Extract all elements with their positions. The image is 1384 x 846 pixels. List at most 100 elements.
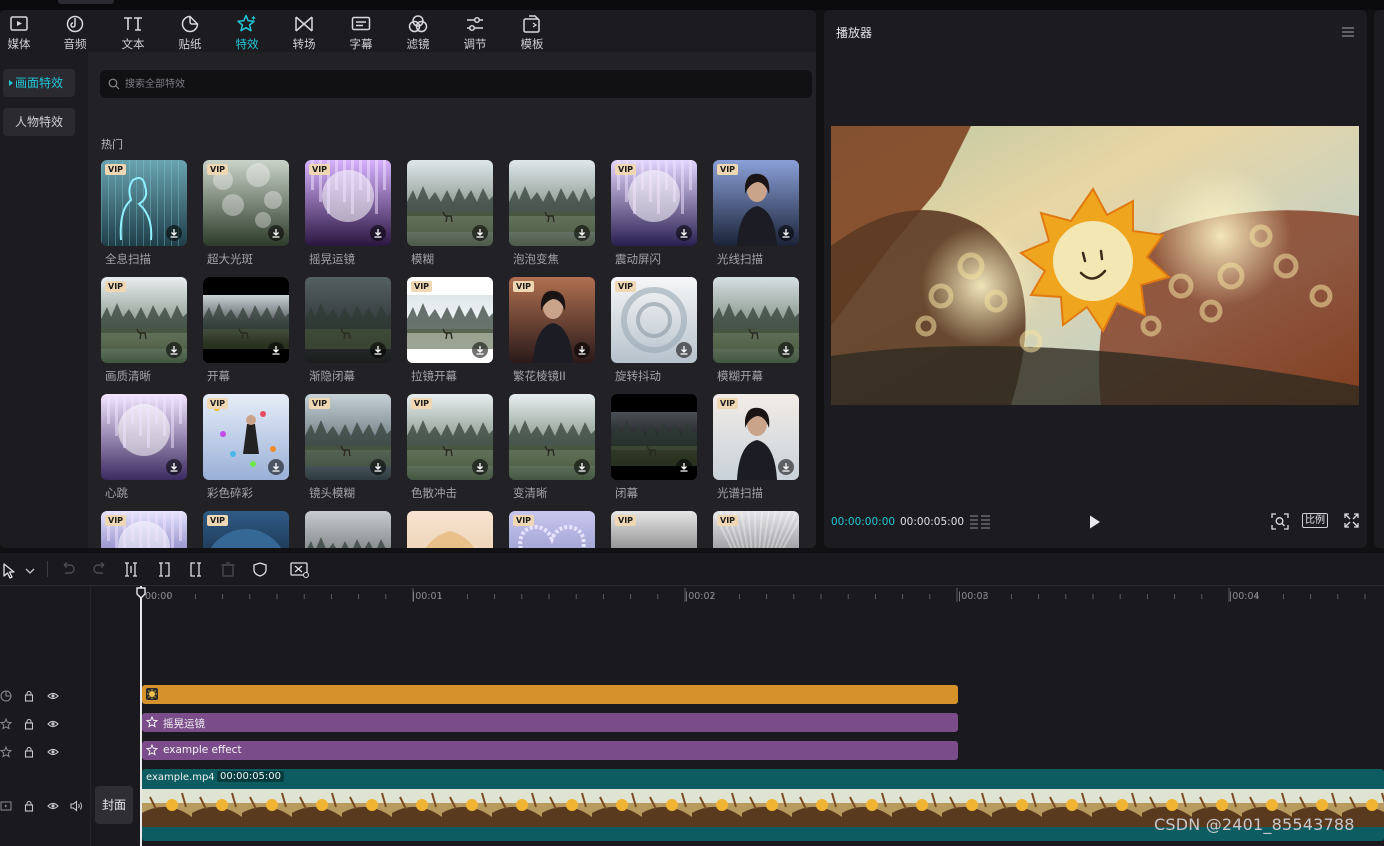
download-icon[interactable]: [166, 459, 182, 475]
download-icon[interactable]: [676, 225, 692, 241]
effect-card[interactable]: 心跳: [101, 394, 187, 501]
video-preview[interactable]: [831, 126, 1359, 405]
effect-card[interactable]: 闭幕: [611, 394, 697, 501]
download-icon[interactable]: [472, 459, 488, 475]
download-icon[interactable]: [370, 459, 386, 475]
menu-icon[interactable]: [1341, 26, 1355, 38]
marker-shield-icon[interactable]: [253, 562, 267, 577]
effect-card[interactable]: VIP: [203, 511, 289, 548]
effect-clip-sway[interactable]: 摇晃运镜: [142, 713, 958, 732]
media-icon: [10, 16, 28, 31]
effect-card[interactable]: VIP 摇晃运镜: [305, 160, 391, 267]
lock-icon[interactable]: [24, 800, 34, 812]
effect-card[interactable]: VIP 全息扫描: [101, 160, 187, 267]
eye-icon[interactable]: [47, 801, 59, 811]
lock-icon[interactable]: [24, 690, 34, 702]
download-icon[interactable]: [370, 225, 386, 241]
effect-card[interactable]: VIP: [509, 511, 595, 548]
time-ruler[interactable]: 00:00 |00:01 |00:02 |00:03 |00:04: [0, 586, 1384, 608]
fullscreen-icon[interactable]: [1344, 513, 1359, 528]
download-icon[interactable]: [676, 459, 692, 475]
sticker-clip[interactable]: [142, 685, 958, 704]
effect-card[interactable]: VIP: [713, 511, 799, 548]
tab-filter[interactable]: 滤镜: [390, 12, 446, 52]
effect-card[interactable]: VIP 旋转抖动: [611, 277, 697, 384]
play-icon[interactable]: [1088, 514, 1102, 530]
effect-card[interactable]: 变清晰: [509, 394, 595, 501]
sidebar-item-screen-effects[interactable]: 画面特效: [3, 69, 75, 97]
tab-audio[interactable]: 音频: [47, 12, 103, 52]
download-icon[interactable]: [676, 342, 692, 358]
effect-card[interactable]: 开幕: [203, 277, 289, 384]
effect-card[interactable]: VIP 彩色碎彩: [203, 394, 289, 501]
speaker-icon[interactable]: [70, 800, 83, 812]
effect-card[interactable]: 模糊: [407, 160, 493, 267]
effect-card[interactable]: VIP 光谱扫描: [713, 394, 799, 501]
download-icon[interactable]: [166, 342, 182, 358]
effect-card[interactable]: 3VIP: [611, 511, 697, 548]
tab-media[interactable]: 媒体: [0, 12, 47, 52]
download-icon[interactable]: [574, 459, 590, 475]
download-icon[interactable]: [370, 342, 386, 358]
effect-card[interactable]: VIP 震动屏闪: [611, 160, 697, 267]
tab-template[interactable]: 模板: [504, 12, 560, 52]
window-tab-stub[interactable]: [58, 0, 114, 4]
effect-card[interactable]: VIP 色散冲击: [407, 394, 493, 501]
tab-adjust[interactable]: 调节: [447, 12, 503, 52]
effect-card[interactable]: VIP 光线扫描: [713, 160, 799, 267]
layout-grid-icon[interactable]: [969, 514, 991, 530]
trim-right-icon[interactable]: [189, 562, 203, 577]
sidebar-item-person-effects[interactable]: 人物特效: [3, 108, 75, 136]
aspect-ratio-button[interactable]: 比例: [1302, 513, 1328, 528]
effect-card[interactable]: 模糊开幕: [713, 277, 799, 384]
download-icon[interactable]: [472, 225, 488, 241]
effect-card[interactable]: [305, 511, 391, 548]
effect-card[interactable]: 泡泡变焦: [509, 160, 595, 267]
download-icon[interactable]: [574, 342, 590, 358]
cover-button[interactable]: 封面: [95, 786, 133, 824]
effect-card[interactable]: VIP 超大光斑: [203, 160, 289, 267]
effect-card[interactable]: VIP 拉镜开幕: [407, 277, 493, 384]
split-icon[interactable]: [124, 562, 138, 577]
tab-subtitle[interactable]: 字幕: [333, 12, 389, 52]
eye-icon[interactable]: [47, 691, 59, 701]
lock-icon[interactable]: [24, 718, 34, 730]
tab-sticker[interactable]: 贴纸: [162, 12, 218, 52]
download-icon[interactable]: [574, 225, 590, 241]
download-icon[interactable]: [268, 225, 284, 241]
tab-effects[interactable]: 特效: [219, 12, 275, 52]
eye-icon[interactable]: [47, 747, 59, 757]
trim-left-icon[interactable]: [157, 562, 171, 577]
download-icon[interactable]: [778, 342, 794, 358]
playhead-handle-icon[interactable]: [136, 587, 146, 599]
download-icon[interactable]: [166, 225, 182, 241]
download-icon[interactable]: [778, 459, 794, 475]
select-pointer-icon[interactable]: [2, 563, 16, 579]
effect-clip-example[interactable]: example effect: [142, 741, 958, 760]
download-icon[interactable]: [268, 342, 284, 358]
download-icon[interactable]: [472, 342, 488, 358]
vip-badge: VIP: [207, 515, 229, 526]
download-icon[interactable]: [268, 459, 284, 475]
effect-card[interactable]: 渐隐闭幕: [305, 277, 391, 384]
download-icon[interactable]: [778, 225, 794, 241]
delete-icon[interactable]: [221, 562, 235, 577]
search-input[interactable]: [125, 70, 785, 98]
effect-card[interactable]: VIP 画质清晰: [101, 277, 187, 384]
tab-text[interactable]: 文本: [105, 12, 161, 52]
vip-badge: VIP: [105, 515, 127, 526]
redo-icon[interactable]: [92, 562, 108, 576]
effect-card[interactable]: VIP 繁花棱镜II: [509, 277, 595, 384]
effect-card[interactable]: VIP 镜头模糊: [305, 394, 391, 501]
effect-card[interactable]: [407, 511, 493, 548]
undo-icon[interactable]: [60, 562, 76, 576]
effect-name: 拉镜开幕: [411, 369, 457, 383]
effect-card[interactable]: VIP: [101, 511, 187, 548]
auto-cut-icon[interactable]: [290, 562, 310, 578]
lock-icon[interactable]: [24, 746, 34, 758]
zoom-fit-icon[interactable]: [1271, 513, 1289, 530]
eye-icon[interactable]: [47, 719, 59, 729]
playhead[interactable]: [140, 586, 142, 846]
chevron-down-icon[interactable]: [25, 567, 35, 575]
tab-transition[interactable]: 转场: [276, 12, 332, 52]
